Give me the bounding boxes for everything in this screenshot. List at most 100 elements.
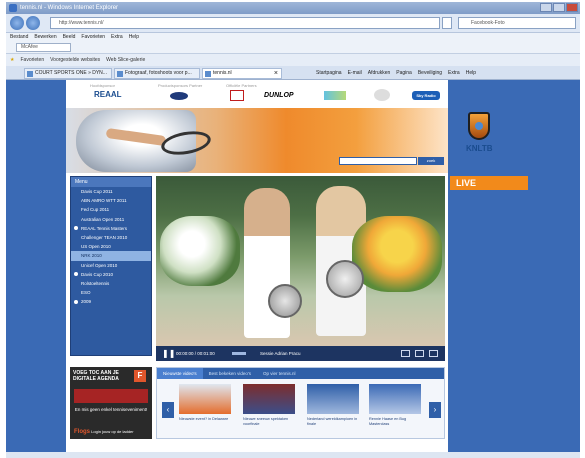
flower-bouquet-image [352, 216, 442, 292]
gallery-prev-icon[interactable]: ‹ [162, 402, 174, 418]
back-arrow-icon[interactable] [10, 16, 24, 30]
video-tabs: Nieuwste video's Best bekeken video's Op… [157, 368, 444, 379]
flogs-f-icon: F [134, 370, 146, 382]
menu-help[interactable]: Help [129, 33, 139, 42]
menu-item-label: ESO [81, 290, 91, 296]
status-bar [6, 452, 580, 458]
cmd-beveiliging[interactable]: Beveiliging [418, 68, 442, 78]
refresh-icon[interactable] [442, 17, 452, 29]
sidebar-menu: Menu Davis Cup 2011 ABN AMRO WTT 2011 Fed … [70, 176, 152, 356]
cmd-afdrukken[interactable]: Afdrukken [368, 68, 391, 78]
agenda-promo[interactable]: VOEG TOC AAN JE DIGITALE AGENDA F En mis… [70, 367, 152, 439]
tab-court-sports[interactable]: COURT SPORTS ONE » DYN... [24, 68, 112, 79]
minimize-icon[interactable] [540, 3, 552, 12]
favorites-item-suggested[interactable]: Voorgestelde websites [50, 54, 100, 66]
forward-arrow-icon[interactable] [26, 16, 40, 30]
share-icon[interactable] [415, 350, 424, 357]
menu-bar: Bestand Bewerken Beeld Favorieten Extra … [6, 33, 580, 42]
flogs-line: Flogs Login jouw op de ladder [74, 429, 134, 435]
cmd-startpagina[interactable]: Startpagina [316, 68, 342, 78]
window-title: tennis.nl - Windows Internet Explorer [20, 5, 119, 11]
menu-item-label: REAAL Tennis Masters [81, 225, 128, 231]
page-icon [117, 71, 123, 77]
menu-bewerken[interactable]: Bewerken [34, 33, 56, 42]
knltb-label: KNLTB [466, 144, 493, 153]
command-bar: Startpagina E-mail Afdrukken Pagina Beve… [316, 68, 476, 78]
reaal-logo[interactable]: REAAL [94, 90, 122, 99]
menu-item[interactable]: NRK 2010 [71, 251, 151, 261]
live-button[interactable]: LIVE [450, 176, 528, 190]
video-thumb-2[interactable] [243, 384, 295, 414]
menu-item[interactable]: US Open 2010 [71, 242, 151, 251]
menu-item-label: 2009 [81, 299, 92, 305]
partner-crest-logo[interactable] [374, 89, 390, 101]
video-thumb-title[interactable]: Rennie Haase en Bug Masterclass [369, 417, 425, 427]
video-thumb-title[interactable]: Nieuwe sneeuw spektaken voorfinale [243, 417, 299, 427]
agenda-heading: VOEG TOC AAN JE DIGITALE AGENDA [73, 370, 119, 382]
flower-bouquet-image [160, 216, 240, 286]
tab-most-viewed[interactable]: Best bekeken video's [203, 368, 257, 379]
menu-item[interactable]: Fed Cup 2011 [71, 205, 151, 214]
video-thumb-3[interactable] [307, 384, 359, 414]
pause-icon[interactable]: ❚❚ [162, 349, 175, 358]
video-thumb-title[interactable]: Nederland wereldkampioen in finale [307, 417, 363, 427]
search-input[interactable]: Facebook-Foto [458, 17, 576, 29]
cmd-extra[interactable]: Extra [448, 68, 460, 78]
video-player[interactable]: ❚❚ 00:00:00 / 00:01:00 Sessie Adrian Pra… [156, 176, 445, 361]
menu-bestand[interactable]: Bestand [10, 33, 28, 42]
menu-item[interactable]: Rolstoeltennis [71, 279, 151, 288]
menu-item[interactable]: REAAL Tennis Masters [71, 224, 151, 233]
tab-tennis-nl[interactable]: tennis.nl × [202, 68, 282, 79]
partner-logo[interactable] [170, 92, 188, 100]
menu-item[interactable]: Unicef Open 2010 [71, 261, 151, 270]
close-window-icon[interactable] [566, 3, 578, 12]
menu-beeld[interactable]: Beeld [63, 33, 76, 42]
cmd-help[interactable]: Help [466, 68, 476, 78]
video-controls: ❚❚ 00:00:00 / 00:01:00 Sessie Adrian Pra… [156, 346, 445, 361]
favorites-star-icon[interactable]: ★ [10, 54, 14, 66]
menu-item[interactable]: Australian Open 2011 [71, 215, 151, 224]
gallery-next-icon[interactable]: › [429, 402, 441, 418]
fullscreen-icon[interactable] [429, 350, 438, 357]
menu-extra[interactable]: Extra [111, 33, 123, 42]
site-search-button[interactable]: zoek [418, 157, 444, 165]
menu-title: Menu [71, 177, 151, 187]
menu-item[interactable]: Challenger TEAN 2010 [71, 233, 151, 242]
video-thumb-4[interactable] [369, 384, 421, 414]
address-bar[interactable]: http://www.tennis.nl/ [50, 17, 440, 29]
knltb-logo[interactable]: KNLTB [450, 106, 508, 170]
tab-on-tennis-nl[interactable]: Op vier tennis.nl [257, 368, 302, 379]
menu-favorieten[interactable]: Favorieten [81, 33, 105, 42]
cmd-email[interactable]: E-mail [348, 68, 362, 78]
flogs-logo[interactable]: Flogs [74, 429, 90, 435]
menu-item[interactable]: Davis Cup 2010 [71, 270, 151, 279]
volume-slider[interactable] [232, 352, 246, 355]
favorites-item-webslice[interactable]: Web Slice-galerie [106, 54, 145, 66]
menu-item-label: NRK 2010 [81, 253, 102, 259]
menu-item[interactable]: 2009 [71, 297, 151, 306]
knltb-crest-icon [468, 112, 490, 140]
tab-label: tennis.nl [213, 70, 232, 76]
favorites-label[interactable]: Favorieten [20, 54, 44, 66]
menu-item[interactable]: ABN AMRO WTT 2011 [71, 196, 151, 205]
addon-field[interactable]: McAfee [16, 43, 71, 52]
video-thumb-title[interactable]: Nieuwste event? in Delaware [179, 417, 235, 422]
page-icon [27, 71, 33, 77]
site-search-input[interactable] [339, 157, 417, 165]
tab-fotograaf[interactable]: Fotograaf, fotoshoots voor p... [114, 68, 200, 79]
maximize-icon[interactable] [553, 3, 565, 12]
tab-newest-videos[interactable]: Nieuwste video's [157, 368, 203, 379]
address-row: http://www.tennis.nl/ Facebook-Foto [6, 14, 580, 33]
menu-item[interactable]: Davis Cup 2011 [71, 187, 151, 196]
partner-ns-logo[interactable] [324, 91, 346, 100]
menu-item-label: Australian Open 2011 [81, 216, 125, 222]
menu-item[interactable]: ESO [71, 288, 151, 297]
cmd-pagina[interactable]: Pagina [396, 68, 412, 78]
close-tab-icon[interactable]: × [274, 69, 278, 78]
partner-red-logo[interactable] [230, 90, 244, 101]
caption-icon[interactable] [401, 350, 410, 357]
video-thumb-1[interactable] [179, 384, 231, 414]
skyradio-logo[interactable]: Sky Radio [412, 91, 440, 100]
dunlop-logo[interactable]: DUNLOP [264, 92, 294, 99]
title-bar: tennis.nl - Windows Internet Explorer [6, 2, 580, 14]
